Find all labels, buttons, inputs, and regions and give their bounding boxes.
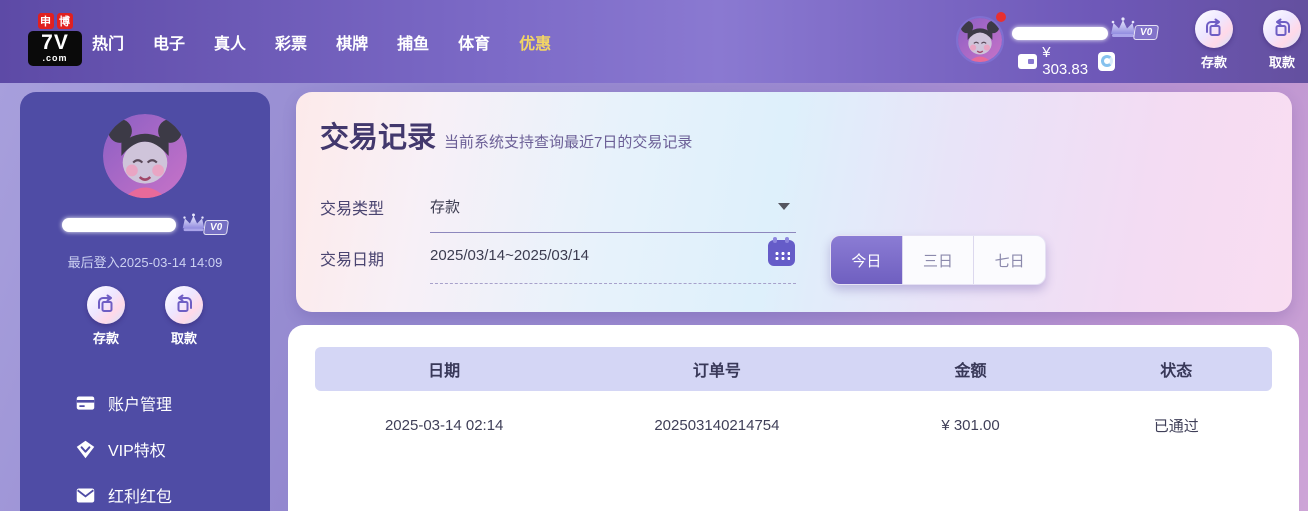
sidebar-deposit-button[interactable]: 存款 xyxy=(80,286,132,347)
withdraw-button[interactable]: 取款 xyxy=(1256,10,1308,71)
cell-date: 2025-03-14 02:14 xyxy=(384,416,504,434)
tab-seven-days[interactable]: 七日 xyxy=(973,236,1045,284)
main-nav: 热门 电子 真人 彩票 棋牌 捕鱼 体育 优惠 xyxy=(92,0,551,83)
transaction-type-select[interactable]: 存款 xyxy=(430,196,460,217)
transaction-type-label: 交易类型 xyxy=(320,201,385,218)
sidebar-actions: 存款 取款 xyxy=(20,286,270,347)
envelope-icon xyxy=(76,488,95,502)
vip-level-badge: V0 xyxy=(202,220,230,235)
nav-item-promotions[interactable]: 优惠 xyxy=(519,30,551,54)
tab-three-days[interactable]: 三日 xyxy=(901,236,974,284)
header-actions: 存款 取款 xyxy=(1188,10,1308,71)
sidebar-userline: V0 xyxy=(20,213,270,236)
sidebar-item-account-management[interactable]: 账户管理 xyxy=(20,380,270,426)
notification-dot xyxy=(996,12,1006,22)
username-redacted xyxy=(62,218,176,232)
tab-today[interactable]: 今日 xyxy=(831,236,902,284)
column-header-date: 日期 xyxy=(428,363,461,380)
column-header-amount: 金额 xyxy=(954,363,987,380)
date-input-underline xyxy=(430,283,796,284)
sidebar-item-bonus-red-packet[interactable]: 红利红包 xyxy=(20,472,270,511)
sidebar-item-vip-privileges[interactable]: VIP特权 xyxy=(20,426,270,472)
transaction-records-page: 申 博 7V .com 热门 电子 真人 彩票 棋牌 捕鱼 体育 优惠 V0 ¥… xyxy=(0,0,1308,511)
cell-amount: ¥ 301.00 xyxy=(941,416,1000,434)
page-subtitle: 当前系统支持查询最近7日的交易记录 xyxy=(444,134,693,151)
menu-label: 红利红包 xyxy=(108,489,173,506)
deposit-label: 存款 xyxy=(1200,55,1227,70)
date-range-tabs: 今日 三日 七日 xyxy=(830,235,1046,285)
sidebar-menu: 账户管理 VIP特权 红利红包 xyxy=(20,380,270,511)
logo-brand: 7V xyxy=(41,31,69,54)
wallet-row: ¥ 303.83 xyxy=(1018,44,1115,78)
filter-card: 交易记录 当前系统支持查询最近7日的交易记录 交易类型 存款 交易日期 2025… xyxy=(296,92,1292,312)
deposit-icon xyxy=(87,286,125,324)
vip-level-badge: V0 xyxy=(1132,25,1160,40)
menu-label: 账户管理 xyxy=(108,397,173,414)
menu-label: VIP特权 xyxy=(108,443,166,460)
records-table-card: 日期 订单号 金额 状态 2025-03-14 02:14 2025031402… xyxy=(288,325,1299,511)
column-header-status: 状态 xyxy=(1160,363,1193,380)
table-header: 日期 订单号 金额 状态 xyxy=(315,347,1272,391)
refresh-icon xyxy=(1100,55,1113,67)
nav-item-lottery[interactable]: 彩票 xyxy=(275,30,307,54)
bank-card-icon xyxy=(76,396,95,410)
nav-item-cards[interactable]: 棋牌 xyxy=(336,30,368,54)
type-select-underline xyxy=(430,232,796,233)
withdraw-icon xyxy=(1263,10,1301,48)
withdraw-label: 取款 xyxy=(170,331,197,346)
sidebar-withdraw-button[interactable]: 取款 xyxy=(158,286,210,347)
nav-item-hot[interactable]: 热门 xyxy=(92,30,124,54)
logo-domain: .com xyxy=(42,53,68,63)
table-row: 2025-03-14 02:14 202503140214754 ¥ 301.0… xyxy=(315,405,1272,445)
sidebar-avatar[interactable] xyxy=(103,114,187,198)
transaction-date-label: 交易日期 xyxy=(320,252,385,269)
nav-item-sports[interactable]: 体育 xyxy=(458,30,490,54)
transaction-date-input[interactable]: 2025/03/14~2025/03/14 xyxy=(430,247,589,264)
cell-order-no: 202503140214754 xyxy=(654,416,780,434)
wallet-icon xyxy=(1018,53,1038,69)
top-navigation-bar: 申 博 7V .com 热门 电子 真人 彩票 棋牌 捕鱼 体育 优惠 V0 ¥… xyxy=(0,0,1308,83)
cell-status: 已通过 xyxy=(1153,417,1199,435)
site-logo[interactable]: 申 博 7V .com xyxy=(28,13,82,66)
logo-badge-bo: 博 xyxy=(56,13,73,29)
logo-box: 7V .com xyxy=(28,31,82,66)
logo-badge-shen: 申 xyxy=(37,13,54,29)
sidebar: V0 最后登入2025-03-14 14:09 存款 取款 账户管理 VIP特权… xyxy=(20,92,270,511)
last-login-text: 最后登入2025-03-14 14:09 xyxy=(67,255,223,270)
username-redacted xyxy=(1012,27,1108,40)
nav-item-slots[interactable]: 电子 xyxy=(153,30,185,54)
page-background: V0 最后登入2025-03-14 14:09 存款 取款 账户管理 VIP特权… xyxy=(0,83,1308,511)
avatar-girl-icon xyxy=(958,18,1002,62)
avatar-girl-icon xyxy=(103,114,187,198)
logo-badges: 申 博 xyxy=(28,13,82,29)
deposit-label: 存款 xyxy=(92,331,119,346)
refresh-balance-button[interactable] xyxy=(1098,51,1115,71)
deposit-button[interactable]: 存款 xyxy=(1188,10,1240,71)
filter-title-row: 交易记录 当前系统支持查询最近7日的交易记录 xyxy=(320,114,692,156)
column-header-order-no: 订单号 xyxy=(692,363,741,380)
calendar-icon[interactable] xyxy=(768,237,795,266)
nav-item-live[interactable]: 真人 xyxy=(214,30,246,54)
nav-item-fishing[interactable]: 捕鱼 xyxy=(397,30,429,54)
balance-amount: ¥ 303.83 xyxy=(1042,44,1089,78)
chevron-down-icon[interactable] xyxy=(778,203,790,210)
vip-diamond-icon xyxy=(76,440,95,458)
withdraw-icon xyxy=(165,286,203,324)
deposit-icon xyxy=(1195,10,1233,48)
page-title: 交易记录 xyxy=(320,122,437,154)
withdraw-label: 取款 xyxy=(1268,55,1295,70)
user-avatar[interactable] xyxy=(956,16,1004,64)
